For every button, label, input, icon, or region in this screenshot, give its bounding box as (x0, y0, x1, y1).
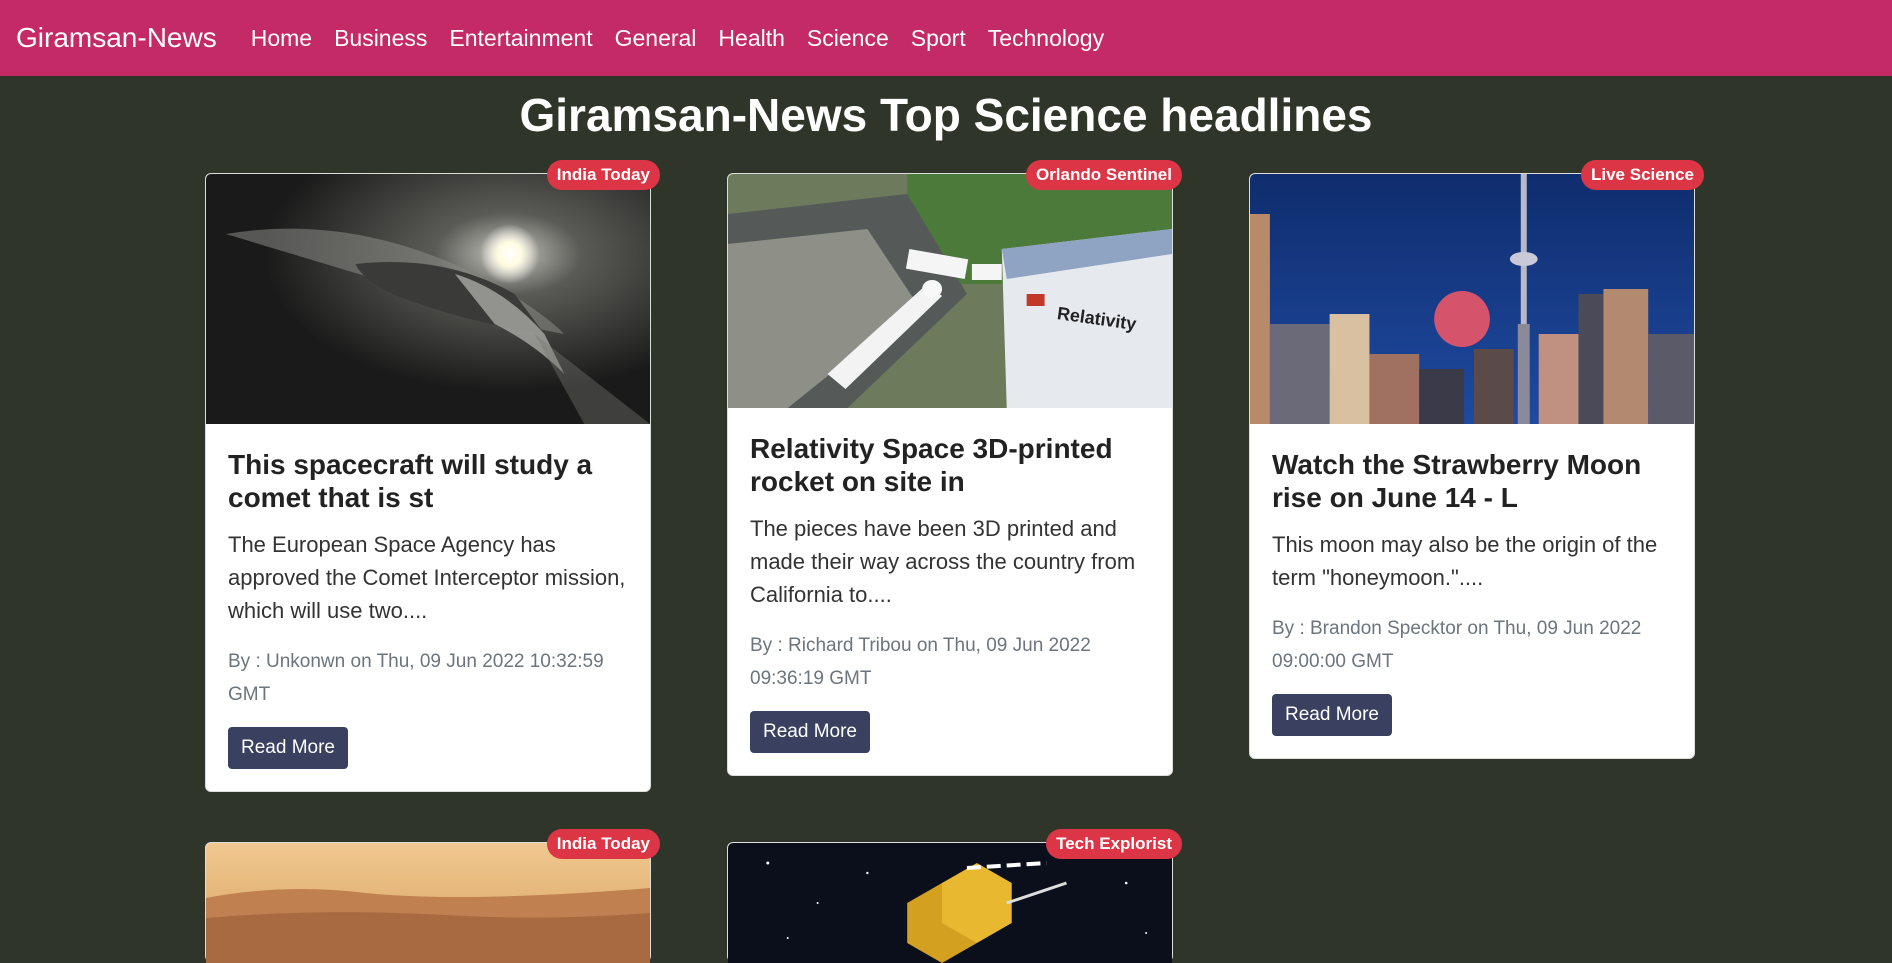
nav-link-technology[interactable]: Technology (988, 25, 1104, 52)
news-card: Tech Explorist (727, 829, 1182, 963)
card-title[interactable]: Relativity Space 3D-printed rocket on si… (750, 432, 1150, 498)
read-more-button[interactable]: Read More (1272, 694, 1392, 736)
rocket-hangar-image: Relativity (728, 174, 1172, 408)
card-title[interactable]: Watch the Strawberry Moon rise on June 1… (1272, 448, 1672, 514)
source-badge: Tech Explorist (1046, 829, 1182, 859)
mars-landscape-image (206, 843, 650, 963)
source-badge: Live Science (1580, 160, 1704, 190)
card-meta: By : Brandon Specktor on Thu, 09 Jun 202… (1272, 618, 1642, 672)
nav-link-health[interactable]: Health (718, 25, 784, 52)
comet-image (206, 174, 650, 424)
source-badge: India Today (546, 160, 660, 190)
source-badge: Orlando Sentinel (1025, 160, 1182, 190)
news-card: Live Science Watch the Strawberry Moon r… (1249, 160, 1704, 759)
nav-link-general[interactable]: General (615, 25, 697, 52)
card-description: The pieces have been 3D printed and made… (750, 516, 1136, 607)
card-description: This moon may also be the origin of the … (1272, 532, 1658, 590)
news-card: India Today (205, 829, 660, 963)
nav-link-entertainment[interactable]: Entertainment (449, 25, 592, 52)
card-title[interactable]: This spacecraft will study a comet that … (228, 448, 628, 514)
card-description: The European Space Agency has approved t… (228, 532, 626, 623)
news-card: Orlando Sentinel Relativity Relativity S… (727, 160, 1182, 776)
nav-link-science[interactable]: Science (807, 25, 889, 52)
read-more-button[interactable]: Read More (750, 711, 870, 753)
source-badge: India Today (546, 829, 660, 859)
nav-link-sport[interactable]: Sport (911, 25, 966, 52)
city-moon-image (1250, 174, 1694, 424)
page-title: Giramsan-News Top Science headlines (519, 89, 1373, 141)
card-meta: By : Richard Tribou on Thu, 09 Jun 2022 … (750, 635, 1091, 689)
nav-link-home[interactable]: Home (251, 25, 312, 52)
read-more-button[interactable]: Read More (228, 727, 348, 769)
card-meta: By : Unkonwn on Thu, 09 Jun 2022 10:32:5… (228, 651, 604, 705)
telescope-image (728, 843, 1172, 963)
news-card: India Today This spacecraft will study a… (205, 160, 660, 792)
nav-link-business[interactable]: Business (334, 25, 427, 52)
brand-link[interactable]: Giramsan-News (16, 22, 217, 54)
navbar: Giramsan-News Home Business Entertainmen… (0, 0, 1892, 76)
